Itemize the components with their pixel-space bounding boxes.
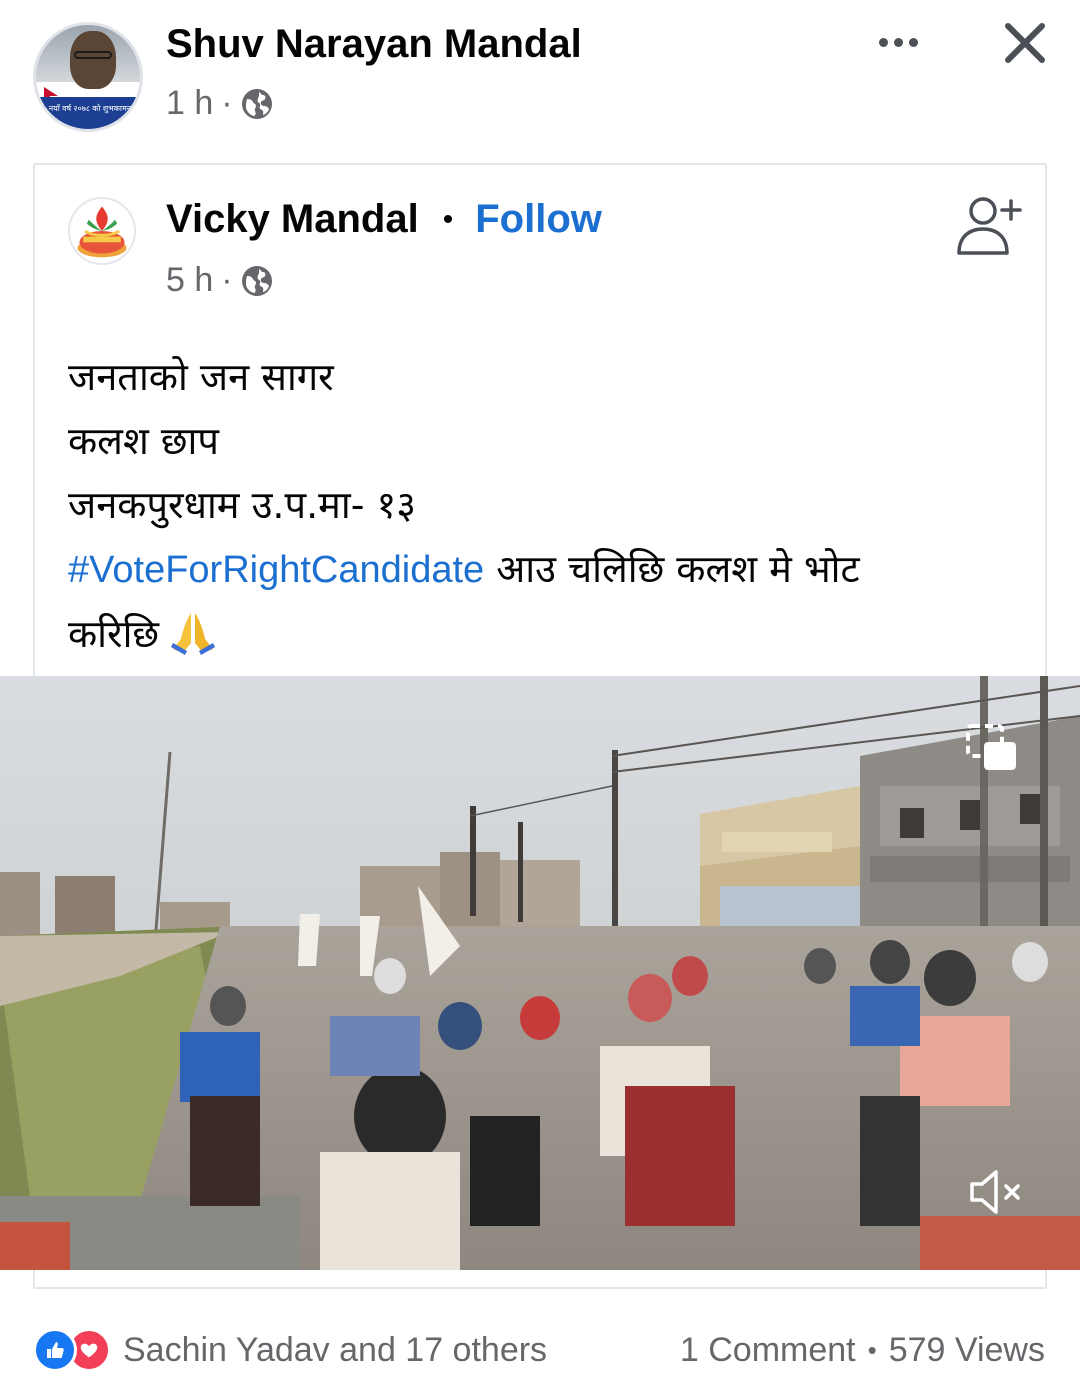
avatar-face — [70, 31, 116, 89]
globe-icon — [241, 88, 272, 119]
shared-author-avatar[interactable] — [68, 197, 136, 265]
views-count: 579 Views — [888, 1330, 1045, 1369]
globe-icon — [241, 265, 272, 296]
close-icon[interactable] — [1000, 18, 1050, 68]
shared-post-time[interactable]: 5 h — [166, 261, 213, 300]
post-line: जनकपुरधाम उ.प.मा- १३ — [68, 483, 417, 527]
post-line: कलश छाप — [68, 419, 219, 463]
comments-count[interactable]: 1 Comment — [680, 1331, 856, 1370]
stats-separator: • — [867, 1334, 877, 1365]
add-friend-icon[interactable] — [953, 191, 1025, 263]
name-separator: • — [442, 202, 454, 236]
follow-button[interactable]: Follow — [475, 197, 602, 242]
avatar-banner: नयाँ वर्ष २०७८ को शुभकामना — [36, 97, 140, 129]
facebook-post-view: नयाँ वर्ष २०७८ को शुभकामना Shuv Narayan … — [0, 0, 1080, 1392]
post-time[interactable]: 1 h — [166, 84, 213, 123]
meta-separator: · — [221, 261, 233, 299]
more-dot — [878, 37, 888, 47]
more-dot — [908, 37, 918, 47]
author-avatar[interactable]: नयाँ वर्ष २०७८ को शुभकामना — [33, 22, 143, 132]
rally-video-frame — [0, 676, 1080, 1270]
shared-author-name[interactable]: Vicky Mandal — [166, 197, 419, 242]
post-text: जनताको जन सागर कलश छाप जनकपुरधाम उ.प.मा-… — [68, 345, 998, 666]
post-line: जनताको जन सागर — [68, 355, 334, 399]
picture-in-picture-icon[interactable] — [962, 718, 1020, 776]
post-stats: 1 Comment • 579 Views — [680, 1328, 1045, 1372]
mute-icon[interactable] — [962, 1160, 1026, 1224]
more-options-icon[interactable] — [870, 22, 926, 62]
reactions-summary[interactable]: Sachin Yadav and 17 others — [33, 1328, 547, 1372]
shared-post-meta: 5 h · — [166, 261, 273, 300]
post-meta: 1 h · — [166, 84, 273, 123]
more-dot — [893, 37, 903, 47]
post-last-line: करिछि — [68, 612, 160, 656]
hashtag-trailing-text: आउ चलिछि कलश मे भोट — [484, 547, 860, 591]
author-name[interactable]: Shuv Narayan Mandal — [166, 22, 582, 67]
pray-icon — [171, 613, 216, 655]
hashtag-link[interactable]: #VoteForRightCandidate — [68, 549, 484, 591]
shared-author-row: Vicky Mandal • Follow — [166, 197, 602, 242]
post-line: करिछि — [68, 602, 998, 666]
reactions-text: Sachin Yadav and 17 others — [123, 1330, 548, 1369]
video-player[interactable] — [0, 676, 1080, 1270]
post-line: #VoteForRightCandidate आउ चलिछि कलश मे भ… — [68, 537, 998, 602]
like-reaction-icon — [33, 1328, 77, 1372]
kalash-logo-icon — [77, 206, 127, 258]
avatar-glasses — [74, 51, 112, 59]
meta-separator: · — [221, 84, 233, 122]
